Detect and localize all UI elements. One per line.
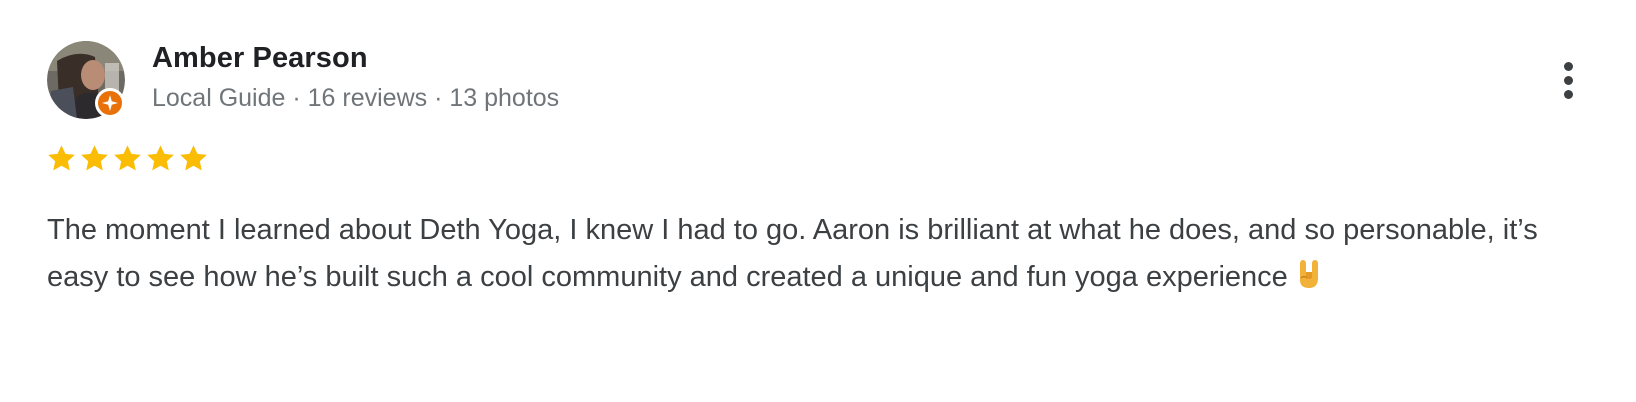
star-icon [147, 145, 174, 171]
more-vert-icon-dot [1563, 89, 1573, 99]
review-card: Amber Pearson Local Guide · 16 reviews ·… [0, 0, 1636, 402]
review-text: The moment I learned about Deth Yoga, I … [47, 207, 1587, 305]
more-vert-icon-dot [1563, 75, 1573, 85]
star-rating [46, 143, 209, 174]
reviewer-name[interactable]: Amber Pearson [152, 42, 368, 75]
star-icon [180, 145, 207, 171]
avatar[interactable] [47, 41, 125, 119]
star-icon [81, 145, 108, 171]
star-icon [48, 145, 75, 171]
sign-of-the-horns-emoji [1294, 258, 1324, 305]
more-options-button[interactable] [1548, 50, 1588, 110]
reviewer-meta[interactable]: Local Guide · 16 reviews · 13 photos [152, 84, 559, 113]
local-guide-badge-icon [95, 88, 125, 118]
star-icon [114, 145, 141, 171]
more-vert-icon-dot [1563, 61, 1573, 71]
